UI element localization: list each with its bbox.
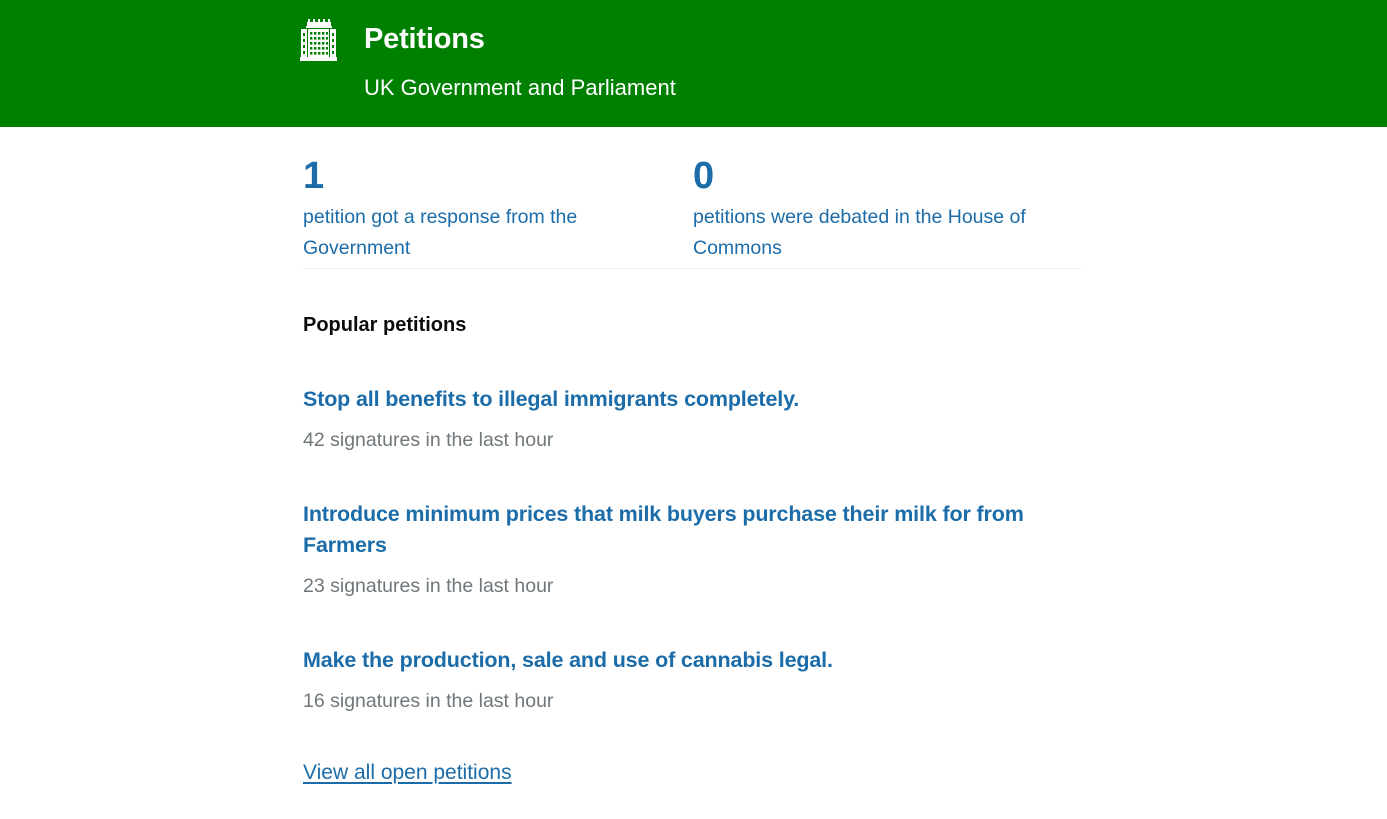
- stats-section: 1 petition got a response from the Gover…: [303, 127, 1083, 268]
- petition-signature-count: 23 signatures in the last hour: [303, 571, 1083, 601]
- signature-count-value: 42: [303, 429, 325, 451]
- content-wrapper: 1 petition got a response from the Gover…: [303, 127, 1083, 787]
- page-title: Petitions: [364, 23, 485, 55]
- petition-title-link[interactable]: Stop all benefits to illegal immigrants …: [303, 384, 799, 415]
- site-subtitle: UK Government and Parliament: [364, 75, 676, 100]
- signature-count-value: 23: [303, 575, 325, 597]
- view-all-wrapper: View all open petitions: [303, 716, 1083, 787]
- stat-government-response: 1 petition got a response from the Gover…: [303, 154, 643, 264]
- popular-petitions-heading: Popular petitions: [303, 314, 467, 336]
- signature-count-value: 16: [303, 690, 325, 712]
- main-content: 1 petition got a response from the Gover…: [0, 127, 1387, 787]
- header-inner: Petitions UK Government and Parliament: [0, 0, 1387, 127]
- stat-label: petitions were debated in the House of C…: [693, 206, 1026, 259]
- petition-signature-count: 16 signatures in the last hour: [303, 686, 1083, 716]
- list-item: Stop all benefits to illegal immigrants …: [303, 338, 1083, 455]
- signature-count-suffix: signatures in the last hour: [330, 575, 554, 597]
- stat-label: petition got a response from the Governm…: [303, 206, 578, 259]
- list-item: Make the production, sale and use of can…: [303, 601, 1083, 716]
- petition-title-link[interactable]: Introduce minimum prices that milk buyer…: [303, 499, 1063, 561]
- petition-signature-count: 42 signatures in the last hour: [303, 425, 1083, 455]
- petition-title-link[interactable]: Make the production, sale and use of can…: [303, 645, 833, 676]
- list-item: Introduce minimum prices that milk buyer…: [303, 455, 1083, 601]
- view-all-open-petitions-link[interactable]: View all open petitions: [303, 761, 512, 784]
- stat-number: 0: [693, 155, 714, 197]
- signature-count-suffix: signatures in the last hour: [330, 429, 554, 451]
- signature-count-suffix: signatures in the last hour: [330, 690, 554, 712]
- petition-list: Stop all benefits to illegal immigrants …: [303, 338, 1083, 716]
- site-header: Petitions UK Government and Parliament: [0, 0, 1387, 127]
- popular-petitions-section: Popular petitions Stop all benefits to i…: [303, 269, 1083, 787]
- stat-number: 1: [303, 155, 324, 197]
- portcullis-icon: [300, 19, 337, 61]
- stat-commons-debated: 0 petitions were debated in the House of…: [693, 154, 1033, 264]
